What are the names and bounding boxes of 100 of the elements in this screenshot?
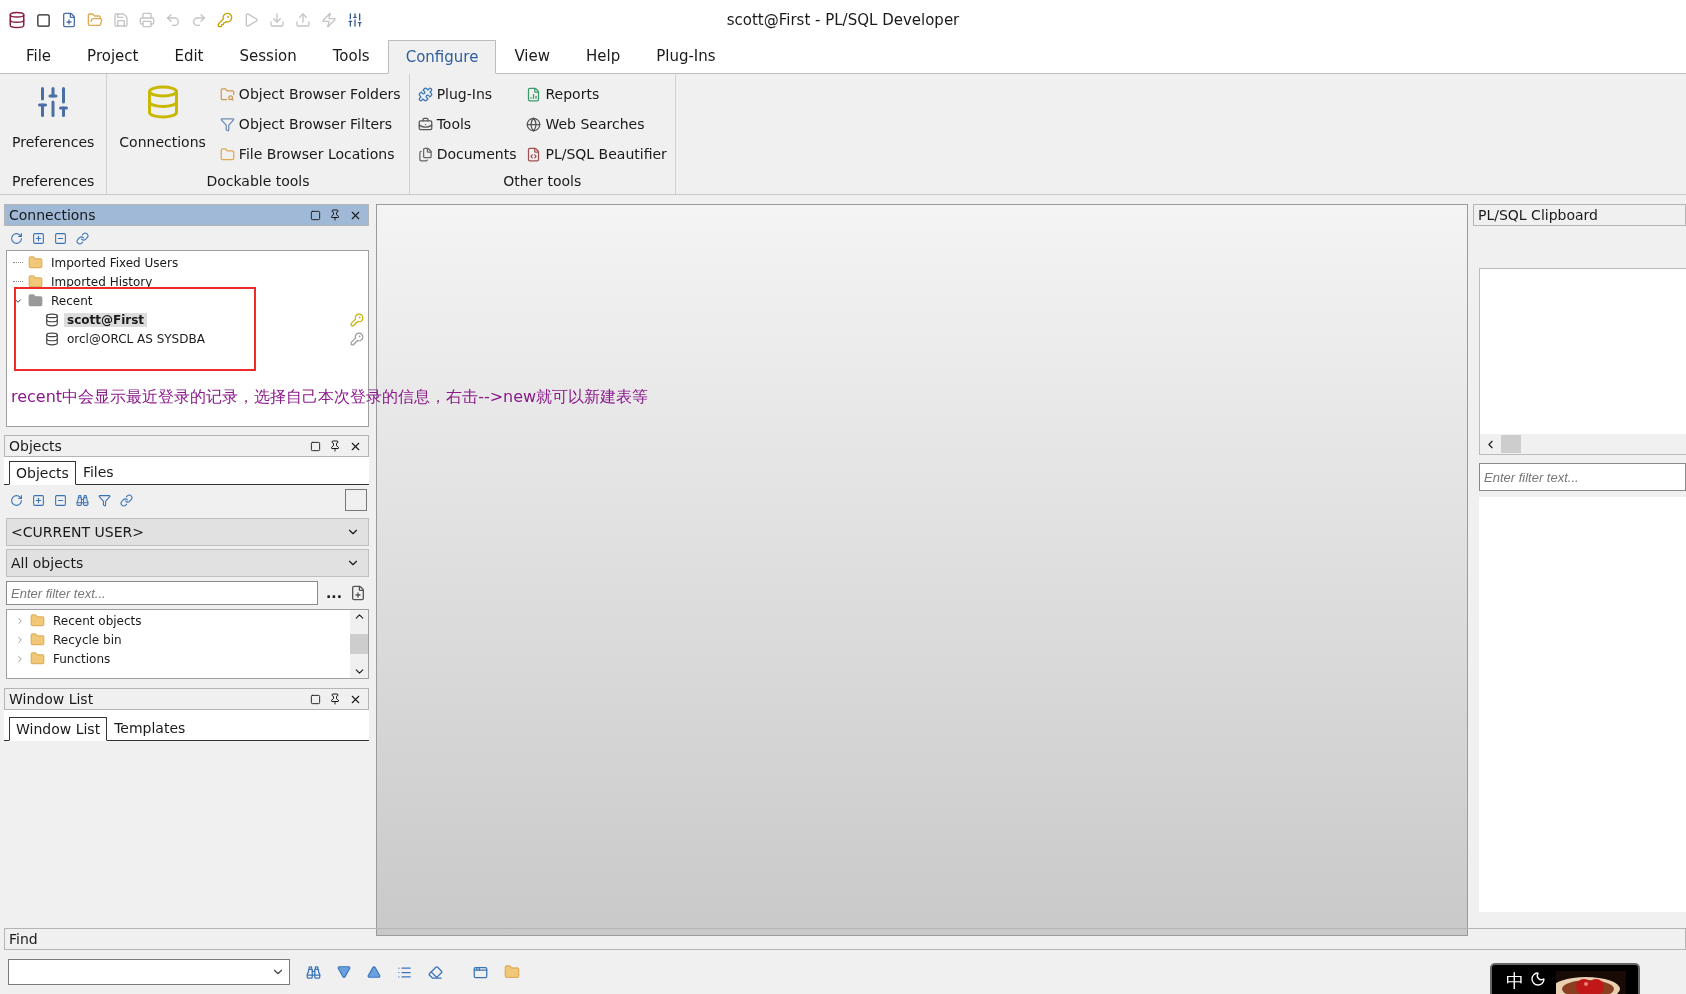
menu-tab[interactable]: View [496,39,568,73]
scroll-thumb[interactable] [1501,435,1521,453]
app-logo-icon [8,11,26,29]
tree-item[interactable]: Recent [48,293,96,308]
ime-mode-label[interactable]: 中 [1506,971,1524,991]
refresh-icon[interactable] [10,493,23,507]
ime-toolbar[interactable]: 中 [1490,963,1640,994]
ribbon-button[interactable]: Connections [115,78,210,170]
ribbon-button[interactable]: Object Browser Folders [219,82,401,106]
collapse-icon[interactable] [54,493,67,507]
color-swatch[interactable] [345,489,367,511]
puzzle-icon [417,86,433,102]
annotation-text: recent中会显示最近登录的记录，选择自己本次登录的信息，右击-->new就可以新建表等 [11,387,649,408]
group-caption: Preferences [12,173,95,189]
object-type-dropdown[interactable]: All objects [6,549,369,577]
refresh-icon[interactable] [10,231,23,245]
panel-title: Connections [9,207,96,223]
filter-icon [219,116,235,132]
new-icon[interactable] [61,12,77,28]
tree-item[interactable]: Recycle bin [50,632,125,647]
pin-icon[interactable] [329,693,341,705]
panel-title: PL/SQL Clipboard [1478,207,1598,223]
menu-tab[interactable]: Session [221,39,315,73]
collapse-icon[interactable] [54,231,67,245]
filter-icon[interactable] [98,493,111,507]
owner-dropdown[interactable]: <CURRENT USER> [6,518,369,546]
documents-icon [417,146,433,162]
preferences-icon[interactable] [347,12,363,28]
moon-icon[interactable] [1530,971,1546,987]
ribbon-button[interactable]: Documents [417,142,517,166]
pin-icon[interactable] [329,209,341,221]
scrollbar[interactable] [350,610,368,678]
tree-item[interactable]: Imported History [48,274,156,289]
database-icon [45,331,59,346]
ribbon-button[interactable]: Tools [417,112,517,136]
link-icon[interactable] [76,231,89,245]
search-combo[interactable] [8,959,290,985]
menu-tab[interactable]: Configure [387,40,497,74]
folder-search-icon [219,86,235,102]
float-icon[interactable] [310,209,321,221]
window-icon[interactable] [36,12,51,28]
expand-icon[interactable] [32,493,45,507]
filter-field[interactable]: Enter filter text... [6,581,318,605]
tab[interactable]: Objects [9,461,76,485]
group-caption: Dockable tools [206,173,310,189]
folder-icon [219,146,235,162]
database-icon [45,312,59,327]
menu-tab[interactable]: Edit [156,39,222,73]
logon-icon[interactable] [217,12,233,28]
eraser-icon[interactable] [428,964,443,980]
window-icon[interactable] [473,964,488,980]
ribbon-button[interactable]: Plug-Ins [417,82,517,106]
folder-icon [28,274,43,289]
ribbon-button[interactable]: File Browser Locations [219,142,401,166]
menu-tab[interactable]: Project [69,39,157,73]
tree-item[interactable]: Functions [50,651,114,666]
globe-icon [526,116,542,132]
toolbox-icon [417,116,433,132]
window-title: scott@First - PL/SQL Developer [726,11,960,29]
binoculars-icon[interactable] [306,964,321,980]
expand-icon[interactable] [32,231,45,245]
menu-tab[interactable]: Tools [314,39,388,73]
folder-icon [30,613,45,628]
tab[interactable]: Files [75,460,121,484]
tab[interactable]: Templates [107,716,193,740]
find-previous-icon[interactable] [367,965,381,979]
group-caption: Other tools [503,173,582,189]
code-file-icon [526,146,542,162]
tab[interactable]: Window List [9,717,108,741]
tree-item[interactable]: orcl@ORCL AS SYSDBA [64,331,208,346]
filter-field[interactable]: Enter filter text... [1479,463,1686,491]
ribbon-button[interactable]: Preferences [8,78,99,170]
find-next-icon[interactable] [337,965,351,979]
scrollbar[interactable] [1480,434,1686,454]
list-icon[interactable] [397,964,412,980]
float-icon[interactable] [310,440,321,452]
ribbon-button[interactable]: Web Searches [526,112,667,136]
more-button[interactable]: ... [326,585,342,601]
panel-title: Objects [9,438,62,454]
folder-icon [30,632,45,647]
panel-title: Window List [9,691,94,707]
float-icon[interactable] [310,693,321,705]
report-icon [526,86,542,102]
folder-icon [28,255,43,270]
pin-icon[interactable] [329,440,341,452]
menu-tab[interactable]: File [8,39,70,73]
folder-icon [28,293,43,308]
new-file-icon[interactable] [349,585,366,601]
folder-icon [30,651,45,666]
link-icon[interactable] [120,493,133,507]
ribbon-button[interactable]: Object Browser Filters [219,112,401,136]
menu-tab[interactable]: Plug-Ins [638,39,734,73]
binoculars-icon[interactable] [76,493,89,507]
tree-item[interactable]: scott@First [64,312,148,327]
panel-title: Find [9,931,38,947]
menu-tab[interactable]: Help [568,39,639,73]
tree-item[interactable]: Recent objects [50,613,145,628]
ribbon-button[interactable]: Reports [526,82,667,106]
ribbon-button[interactable]: PL/SQL Beautifier [526,142,667,166]
tree-item[interactable]: Imported Fixed Users [48,255,182,270]
